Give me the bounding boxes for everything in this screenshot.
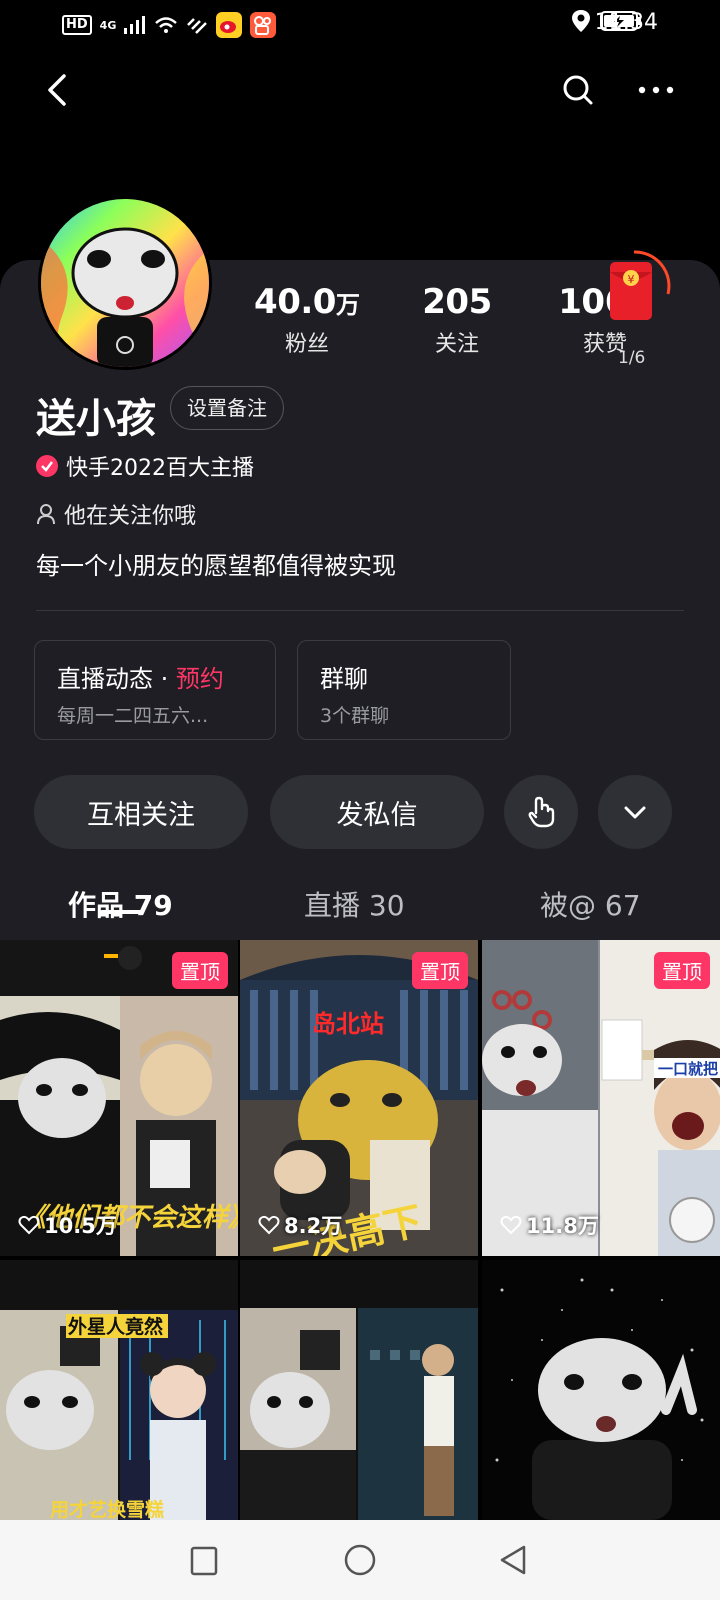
heart-icon: [258, 1215, 280, 1235]
heart-icon: [18, 1215, 40, 1235]
back-nav-icon[interactable]: [498, 1544, 528, 1576]
pinned-badge: 置顶: [172, 952, 228, 989]
hand-tap-icon: [528, 796, 555, 828]
message-button[interactable]: 发私信: [270, 775, 484, 849]
video-4-caption-bottom: 用才艺换雪糕: [50, 1498, 164, 1520]
stat-following[interactable]: 205 关注: [382, 282, 532, 358]
video-likes: 10.5万: [18, 1210, 117, 1240]
video-6-image: [482, 1260, 720, 1520]
hd-icon: HD: [62, 15, 92, 35]
group-card-title: 群聊: [320, 665, 368, 693]
video-3-caption: 一口就把: [658, 1060, 718, 1078]
alien-avatar-icon: [41, 199, 209, 367]
svg-text:¥: ¥: [628, 273, 635, 286]
video-likes: 8.2万: [258, 1210, 342, 1240]
video-thumbnail[interactable]: [482, 1260, 720, 1520]
live-card-title-text: 直播动态 ·: [57, 665, 176, 693]
video-thumbnail[interactable]: 一口就把 置顶 11.8万: [482, 940, 720, 1256]
mutual-follow-button[interactable]: 互相关注: [34, 775, 248, 849]
signal-icon: [124, 16, 146, 34]
stat-fans[interactable]: 40.0万 粉丝: [232, 282, 382, 358]
tab-mentions[interactable]: 被@ 67: [540, 884, 641, 924]
status-bar: HD 4G 11:34: [0, 0, 720, 50]
profile-bio: 每一个小朋友的愿望都值得被实现: [36, 552, 396, 580]
live-card-accent: 预约: [175, 665, 224, 693]
verified-badge-icon: [36, 455, 58, 477]
video-thumbnail[interactable]: [240, 1260, 478, 1520]
video-thumbnail[interactable]: 外星人竟然 用才艺换雪糕: [0, 1260, 238, 1520]
clock: 11:34: [594, 10, 658, 35]
live-schedule-card[interactable]: 直播动态 · 预约 每周一二四五六...: [34, 640, 276, 740]
live-card-title: 直播动态 · 预约: [57, 659, 224, 694]
red-envelope-icon[interactable]: ¥: [606, 248, 674, 328]
video-likes: 11.8万: [500, 1210, 599, 1240]
divider: [36, 610, 684, 611]
heart-icon: [500, 1215, 522, 1235]
home-icon[interactable]: [344, 1544, 376, 1576]
likes-label: 获赞: [582, 332, 627, 357]
tab-live[interactable]: 直播 30: [304, 884, 405, 924]
fans-count: 40.0: [254, 282, 336, 322]
profile-name: 送小孩: [36, 396, 156, 442]
group-chat-card[interactable]: 群聊 3个群聊: [297, 640, 511, 740]
video-thumbnail[interactable]: 岛北站 一决高下 置顶 8.2万: [240, 940, 478, 1256]
fans-label: 粉丝: [284, 332, 329, 357]
set-remark-button[interactable]: 设置备注: [170, 386, 284, 430]
live-card-subtitle: 每周一二四五六...: [57, 705, 209, 727]
poke-button[interactable]: [504, 775, 578, 849]
back-icon[interactable]: [40, 72, 76, 108]
content-tabs: 作品 79 直播 30 被@ 67: [0, 872, 720, 938]
tab-indicator: [100, 910, 142, 914]
kuaishou-app-icon: [250, 12, 277, 38]
pinned-badge: 置顶: [654, 952, 710, 989]
video-likes-count: 8.2万: [284, 1214, 343, 1238]
follow-note-text: 他在关注你哦: [64, 504, 197, 529]
group-card-subtitle: 3个群聊: [320, 705, 390, 727]
expand-button[interactable]: [598, 775, 672, 849]
top-nav: [0, 60, 720, 120]
more-icon[interactable]: [636, 72, 676, 108]
red-envelope-count: 1/6: [618, 348, 646, 368]
video-likes-count: 10.5万: [44, 1214, 117, 1238]
video-thumbnail[interactable]: 《他们都不会这样》 置顶 10.5万: [0, 940, 238, 1256]
vowifi-icon: [187, 18, 208, 34]
fans-unit: 万: [335, 291, 360, 319]
system-nav-bar: [0, 1520, 720, 1600]
tab-works[interactable]: 作品 79: [68, 884, 173, 924]
weibo-icon: [216, 12, 243, 38]
video-grid: 《他们都不会这样》 置顶 10.5万 岛北站 一决高下 置顶 8.2万 一口就把…: [0, 940, 720, 1520]
search-icon[interactable]: [560, 72, 596, 108]
verification-text: 快手2022百大主播: [66, 456, 254, 481]
verification-row: 快手2022百大主播: [36, 450, 254, 482]
video-likes-count: 11.8万: [526, 1214, 599, 1238]
video-4-caption-top: 外星人竟然: [68, 1315, 163, 1338]
location-icon: [572, 10, 590, 32]
following-count: 205: [422, 282, 492, 322]
person-icon: [37, 504, 55, 525]
status-left: HD 4G: [62, 12, 277, 38]
avatar[interactable]: [38, 196, 212, 370]
following-label: 关注: [434, 332, 479, 357]
follow-note-row: 他在关注你哦: [36, 498, 196, 530]
wifi-icon: [155, 17, 178, 33]
video-4-image: 外星人竟然 用才艺换雪糕: [0, 1260, 238, 1520]
video-5-image: [240, 1260, 478, 1520]
recent-apps-icon[interactable]: [190, 1546, 218, 1576]
chevron-down-icon: [624, 806, 646, 819]
network-type: 4G: [99, 18, 117, 32]
pinned-badge: 置顶: [412, 952, 468, 989]
station-sign: 岛北站: [312, 1010, 384, 1038]
